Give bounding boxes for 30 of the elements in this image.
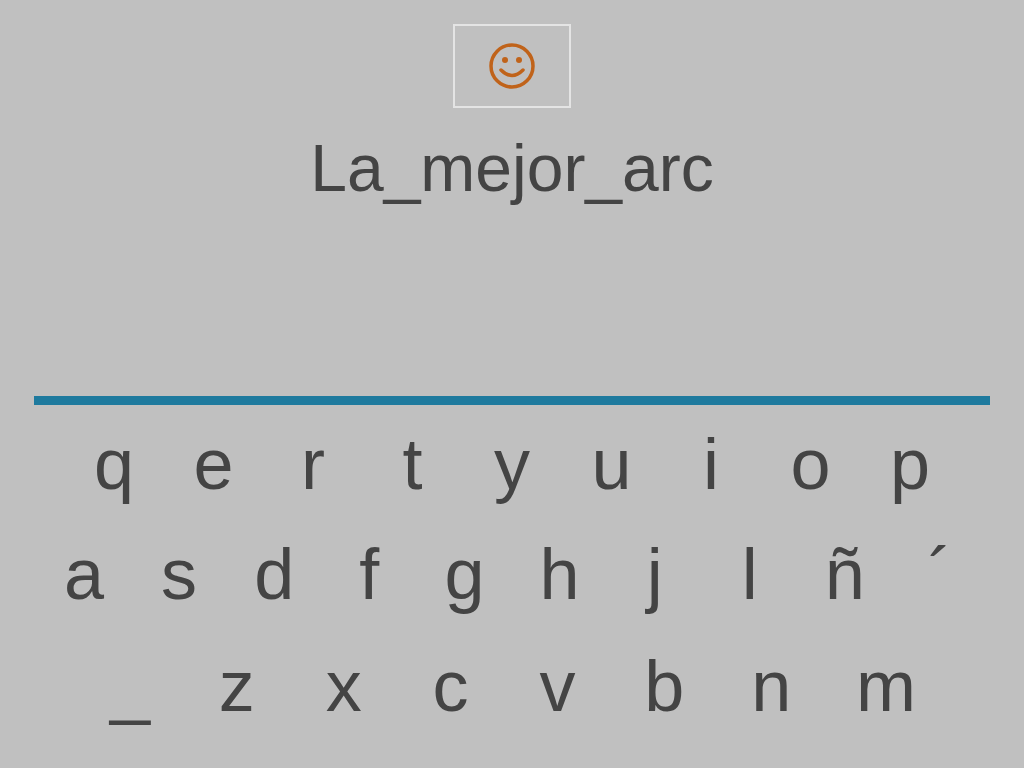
letter-key[interactable]: a xyxy=(62,533,106,615)
letter-key[interactable]: v xyxy=(535,645,580,727)
letter-key[interactable]: r xyxy=(291,423,335,505)
letter-key[interactable]: n xyxy=(749,645,794,727)
letter-key[interactable]: u xyxy=(589,423,634,505)
letter-key[interactable]: h xyxy=(537,533,582,615)
letter-key[interactable]: p xyxy=(888,423,932,505)
smiley-icon xyxy=(487,41,537,91)
letter-key[interactable]: q xyxy=(92,423,136,505)
letter-key[interactable]: e xyxy=(191,423,236,505)
answer-text: La_mejor_arc xyxy=(310,130,714,206)
letter-key[interactable]: s xyxy=(157,533,202,615)
letter-key[interactable]: d xyxy=(252,533,297,615)
letter-key[interactable]: l xyxy=(727,533,772,615)
letter-key[interactable]: ñ xyxy=(822,533,867,615)
letter-key[interactable]: c xyxy=(428,645,473,727)
letter-key[interactable]: b xyxy=(642,645,687,727)
letter-key[interactable]: f xyxy=(347,533,392,615)
letter-key[interactable]: z xyxy=(214,645,259,727)
letter-key[interactable]: t xyxy=(390,423,435,505)
letter-key[interactable]: _ xyxy=(108,645,152,727)
letter-key[interactable]: i xyxy=(689,423,733,505)
letter-key[interactable]: m xyxy=(856,645,916,727)
letter-key[interactable]: y xyxy=(490,423,534,505)
letter-key[interactable]: j xyxy=(632,533,677,615)
letter-key[interactable]: g xyxy=(442,533,487,615)
letter-key[interactable]: x xyxy=(321,645,366,727)
hint-box[interactable] xyxy=(453,24,571,108)
letter-key[interactable]: o xyxy=(788,423,833,505)
letter-key[interactable]: ´ xyxy=(918,533,962,615)
